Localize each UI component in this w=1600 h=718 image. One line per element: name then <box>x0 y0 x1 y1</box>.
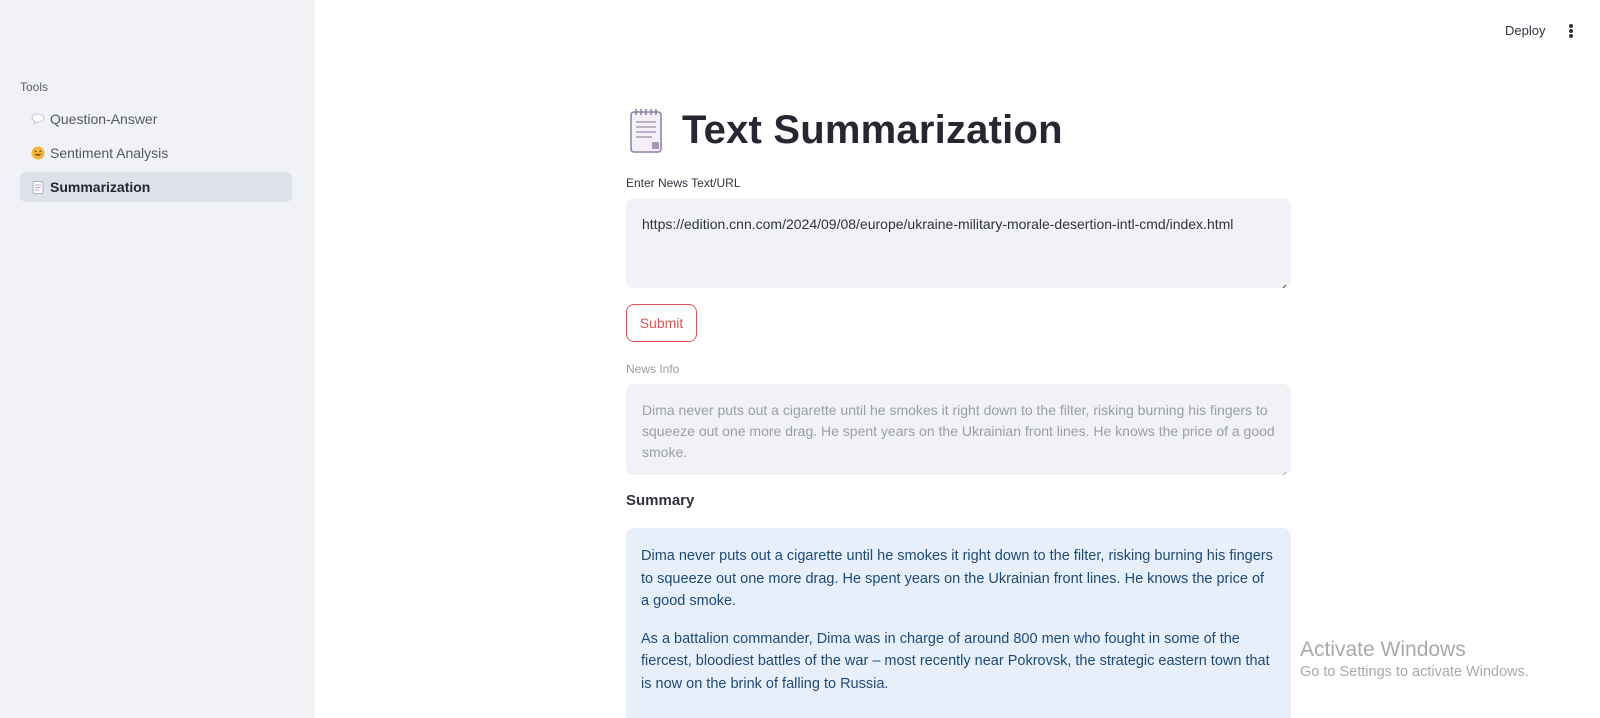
summary-paragraph: As a battalion commander, Dima was in ch… <box>641 630 1270 692</box>
notepad-icon <box>626 106 666 154</box>
sidebar-item-label: Sentiment Analysis <box>50 145 169 161</box>
resize-handle-icon[interactable] <box>1279 277 1287 288</box>
resize-handle-icon[interactable] <box>1279 464 1287 475</box>
watermark-title: Activate Windows <box>1300 638 1466 661</box>
news-url-input[interactable]: https://edition.cnn.com/2024/09/08/europ… <box>626 198 1291 288</box>
watermark-subtitle: Go to Settings to activate Windows. <box>1300 664 1529 680</box>
news-info-textarea[interactable]: Dima never puts out a cigarette until he… <box>626 384 1291 475</box>
summary-box: Dima never puts out a cigarette until he… <box>626 528 1291 718</box>
summary-paragraph: Dima never puts out a cigarette until he… <box>641 548 1273 609</box>
sidebar: Tools Question-Answer Sentiment Analysis… <box>0 0 314 718</box>
kebab-menu-icon[interactable] <box>1564 21 1578 41</box>
title-row: Text Summarization <box>626 106 1063 154</box>
news-info-label: News Info <box>626 362 680 376</box>
input-label: Enter News Text/URL <box>626 176 741 190</box>
sidebar-item-label: Question-Answer <box>50 111 158 127</box>
sidebar-item-sentiment-analysis[interactable]: Sentiment Analysis <box>20 138 292 168</box>
submit-button[interactable]: Submit <box>626 304 697 342</box>
news-url-value: https://edition.cnn.com/2024/09/08/europ… <box>642 216 1234 232</box>
grinning-face-icon <box>30 146 45 161</box>
sidebar-item-label: Summarization <box>50 179 151 195</box>
windows-activation-watermark: Activate Windows Go to Settings to activ… <box>1300 638 1529 680</box>
deploy-button[interactable]: Deploy <box>1497 20 1553 41</box>
sidebar-heading: Tools <box>20 80 49 94</box>
page-title: Text Summarization <box>682 107 1063 152</box>
sidebar-item-question-answer[interactable]: Question-Answer <box>20 104 292 134</box>
speech-bubble-icon <box>30 112 45 127</box>
summary-heading: Summary <box>626 492 695 509</box>
sidebar-item-summarization[interactable]: Summarization <box>20 172 292 202</box>
news-info-value: Dima never puts out a cigarette until he… <box>642 402 1275 460</box>
notepad-icon <box>30 180 45 195</box>
